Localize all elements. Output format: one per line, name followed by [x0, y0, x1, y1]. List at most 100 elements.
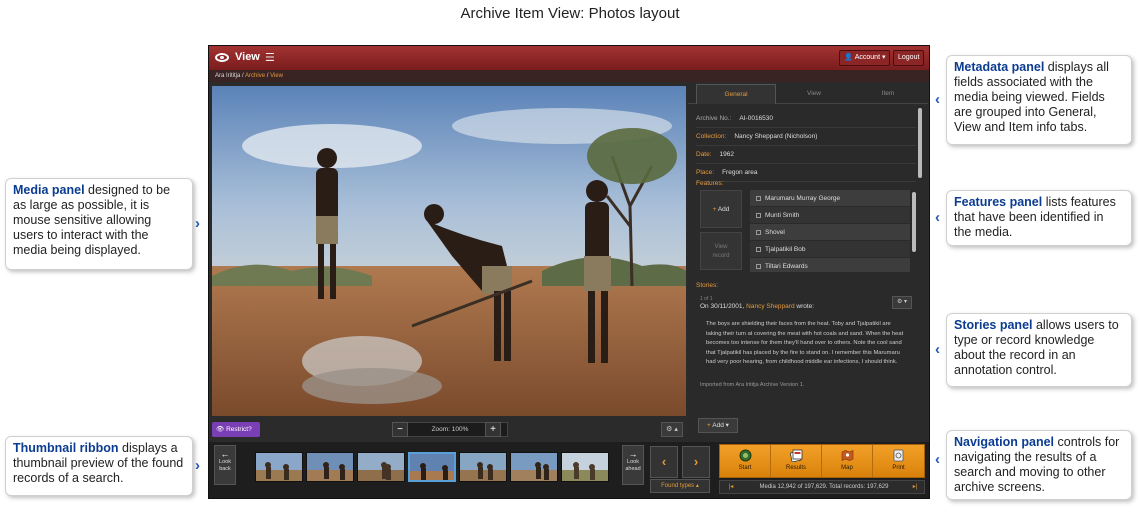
media-settings-button[interactable]: ⚙ ▴ — [661, 422, 683, 437]
breadcrumb-separator: / — [242, 73, 244, 79]
feature-item[interactable]: Tiltari Edwards — [750, 258, 910, 272]
features-scrollbar[interactable] — [912, 192, 916, 252]
callout-arrow-icon: ‹ — [935, 341, 940, 358]
app-header: View ☰ 👤 Account ▾ Logout — [209, 46, 929, 70]
user-icon: 👤 — [844, 54, 853, 61]
tab-view[interactable]: View — [774, 84, 854, 104]
story-count: 1 of 1 — [700, 296, 713, 302]
story-meta: On 30/11/2001, Nancy Sheppard wrote: — [700, 303, 814, 310]
map-button[interactable]: Map — [822, 445, 873, 477]
metadata-label: Archive No.: — [696, 115, 732, 122]
thumbnail[interactable] — [459, 452, 507, 482]
arrow-left-icon: ← — [220, 449, 230, 459]
results-icon — [790, 449, 803, 462]
feature-name: Shovel — [765, 229, 785, 236]
media-toolbar: 👁 Restrict? Zoom: 100% − + ⚙ ▴ — [209, 418, 689, 440]
metadata-scrollbar[interactable] — [918, 108, 922, 178]
add-feature-label: Add — [717, 206, 730, 213]
next-button[interactable]: › — [682, 446, 710, 478]
story-author[interactable]: Nancy Sheppard — [746, 303, 794, 310]
checkbox-icon[interactable] — [756, 212, 761, 218]
thumbnail[interactable] — [510, 452, 558, 482]
thumbnail-ribbon-callout: Thumbnail ribbon displays a thumbnail pr… — [5, 436, 193, 496]
metadata-value: Nancy Sheppard (Nicholson) — [734, 133, 818, 140]
tab-item[interactable]: Item — [848, 84, 928, 104]
metadata-label: Collection: — [696, 133, 727, 140]
story-text: The boys are shielding their faces from … — [706, 321, 904, 365]
results-button[interactable]: Results — [771, 445, 822, 477]
app-title: View — [235, 51, 260, 63]
start-button[interactable]: Start — [720, 445, 771, 477]
feature-item[interactable]: Tjalpatikil Bob — [750, 241, 910, 258]
checkbox-icon[interactable] — [756, 246, 761, 252]
look-back-label: Look — [219, 459, 231, 465]
callout-heading: Stories panel — [954, 318, 1033, 332]
checkbox-icon[interactable] — [756, 195, 761, 201]
eye-logo-icon[interactable] — [215, 53, 229, 62]
restrict-label: Restrict? — [226, 426, 252, 433]
thumbnail-image — [460, 453, 506, 481]
photo-ground — [212, 266, 686, 416]
feature-name: Munti Smith — [765, 212, 800, 219]
breadcrumb-archive[interactable]: Archive — [245, 73, 265, 79]
arrow-right-icon: → — [628, 449, 638, 459]
logout-button[interactable]: Logout — [893, 50, 925, 66]
look-back-button[interactable]: ← Look back — [214, 445, 236, 485]
thumbnail-image — [307, 453, 353, 481]
diagram-title: Archive Item View: Photos layout — [460, 5, 680, 22]
previous-button[interactable]: ‹ — [650, 446, 678, 478]
story-settings-button[interactable]: ⚙ ▾ — [892, 296, 912, 309]
right-column: General View Item Archive No.: AI-0016530… — [688, 84, 928, 442]
media-panel[interactable] — [212, 86, 686, 416]
feature-name: Tjalpatikil Bob — [765, 246, 806, 253]
thumbnail[interactable] — [561, 452, 609, 482]
tab-general[interactable]: General — [696, 84, 776, 104]
thumbnail[interactable] — [357, 452, 405, 482]
features-panel-callout: Features panel lists features that have … — [946, 190, 1132, 246]
metadata-value: Fregon area — [722, 169, 758, 176]
zoom-out-button[interactable]: − — [392, 422, 408, 437]
thumbnail[interactable] — [255, 452, 303, 482]
thumbnail-image — [562, 453, 608, 481]
metadata-label: Date: — [696, 151, 712, 158]
breadcrumb-home[interactable]: Ara Irititja — [215, 73, 240, 79]
pager: |◂ Media 12,942 of 197,629. Total record… — [719, 480, 925, 494]
breadcrumb-current: View — [270, 73, 283, 79]
results-label: Results — [785, 465, 806, 471]
photo-ash — [302, 368, 442, 404]
feature-item[interactable]: Marumaru Murray George — [750, 190, 910, 207]
feature-item[interactable]: Munti Smith — [750, 207, 910, 224]
first-page-button[interactable]: |◂ — [724, 481, 738, 493]
callout-arrow-icon: ‹ — [935, 91, 940, 108]
callout-heading: Features panel — [954, 195, 1043, 209]
metadata-row: Place: Fregon area — [696, 164, 916, 182]
map-label: Map — [841, 465, 853, 471]
look-ahead-button[interactable]: → Look ahead — [622, 445, 644, 485]
view-record-button[interactable]: View record — [700, 232, 742, 270]
restrict-button[interactable]: 👁 Restrict? — [212, 422, 260, 437]
account-button[interactable]: 👤 Account ▾ — [839, 50, 891, 66]
last-page-button[interactable]: ▸| — [908, 481, 922, 493]
media-photo[interactable] — [212, 86, 686, 416]
feature-item[interactable]: Shovel — [750, 224, 910, 241]
start-icon — [739, 449, 752, 462]
zoom-in-button[interactable]: + — [485, 422, 501, 437]
breadcrumb-separator: / — [266, 73, 269, 79]
metadata-tabs: General View Item — [688, 84, 928, 104]
metadata-panel-callout: Metadata panel displays all fields assoc… — [946, 55, 1132, 145]
thumbnail[interactable] — [408, 452, 456, 482]
thumbnail[interactable] — [306, 452, 354, 482]
print-button[interactable]: Print — [873, 445, 924, 477]
found-types-button[interactable]: Found types ▴ — [650, 479, 710, 493]
features-label: Features: — [696, 180, 724, 187]
add-feature-button[interactable]: + Add — [700, 190, 742, 228]
thumbnail-image — [410, 454, 454, 480]
hamburger-menu-icon[interactable]: ☰ — [265, 51, 275, 64]
add-story-button[interactable]: + Add ▾ — [698, 418, 738, 433]
print-icon — [893, 449, 904, 462]
metadata-row: Date: 1962 — [696, 146, 916, 164]
thumbnail-image — [358, 453, 404, 481]
checkbox-icon[interactable] — [756, 263, 761, 269]
callout-arrow-icon: ‹ — [935, 209, 940, 226]
checkbox-icon[interactable] — [756, 229, 761, 235]
